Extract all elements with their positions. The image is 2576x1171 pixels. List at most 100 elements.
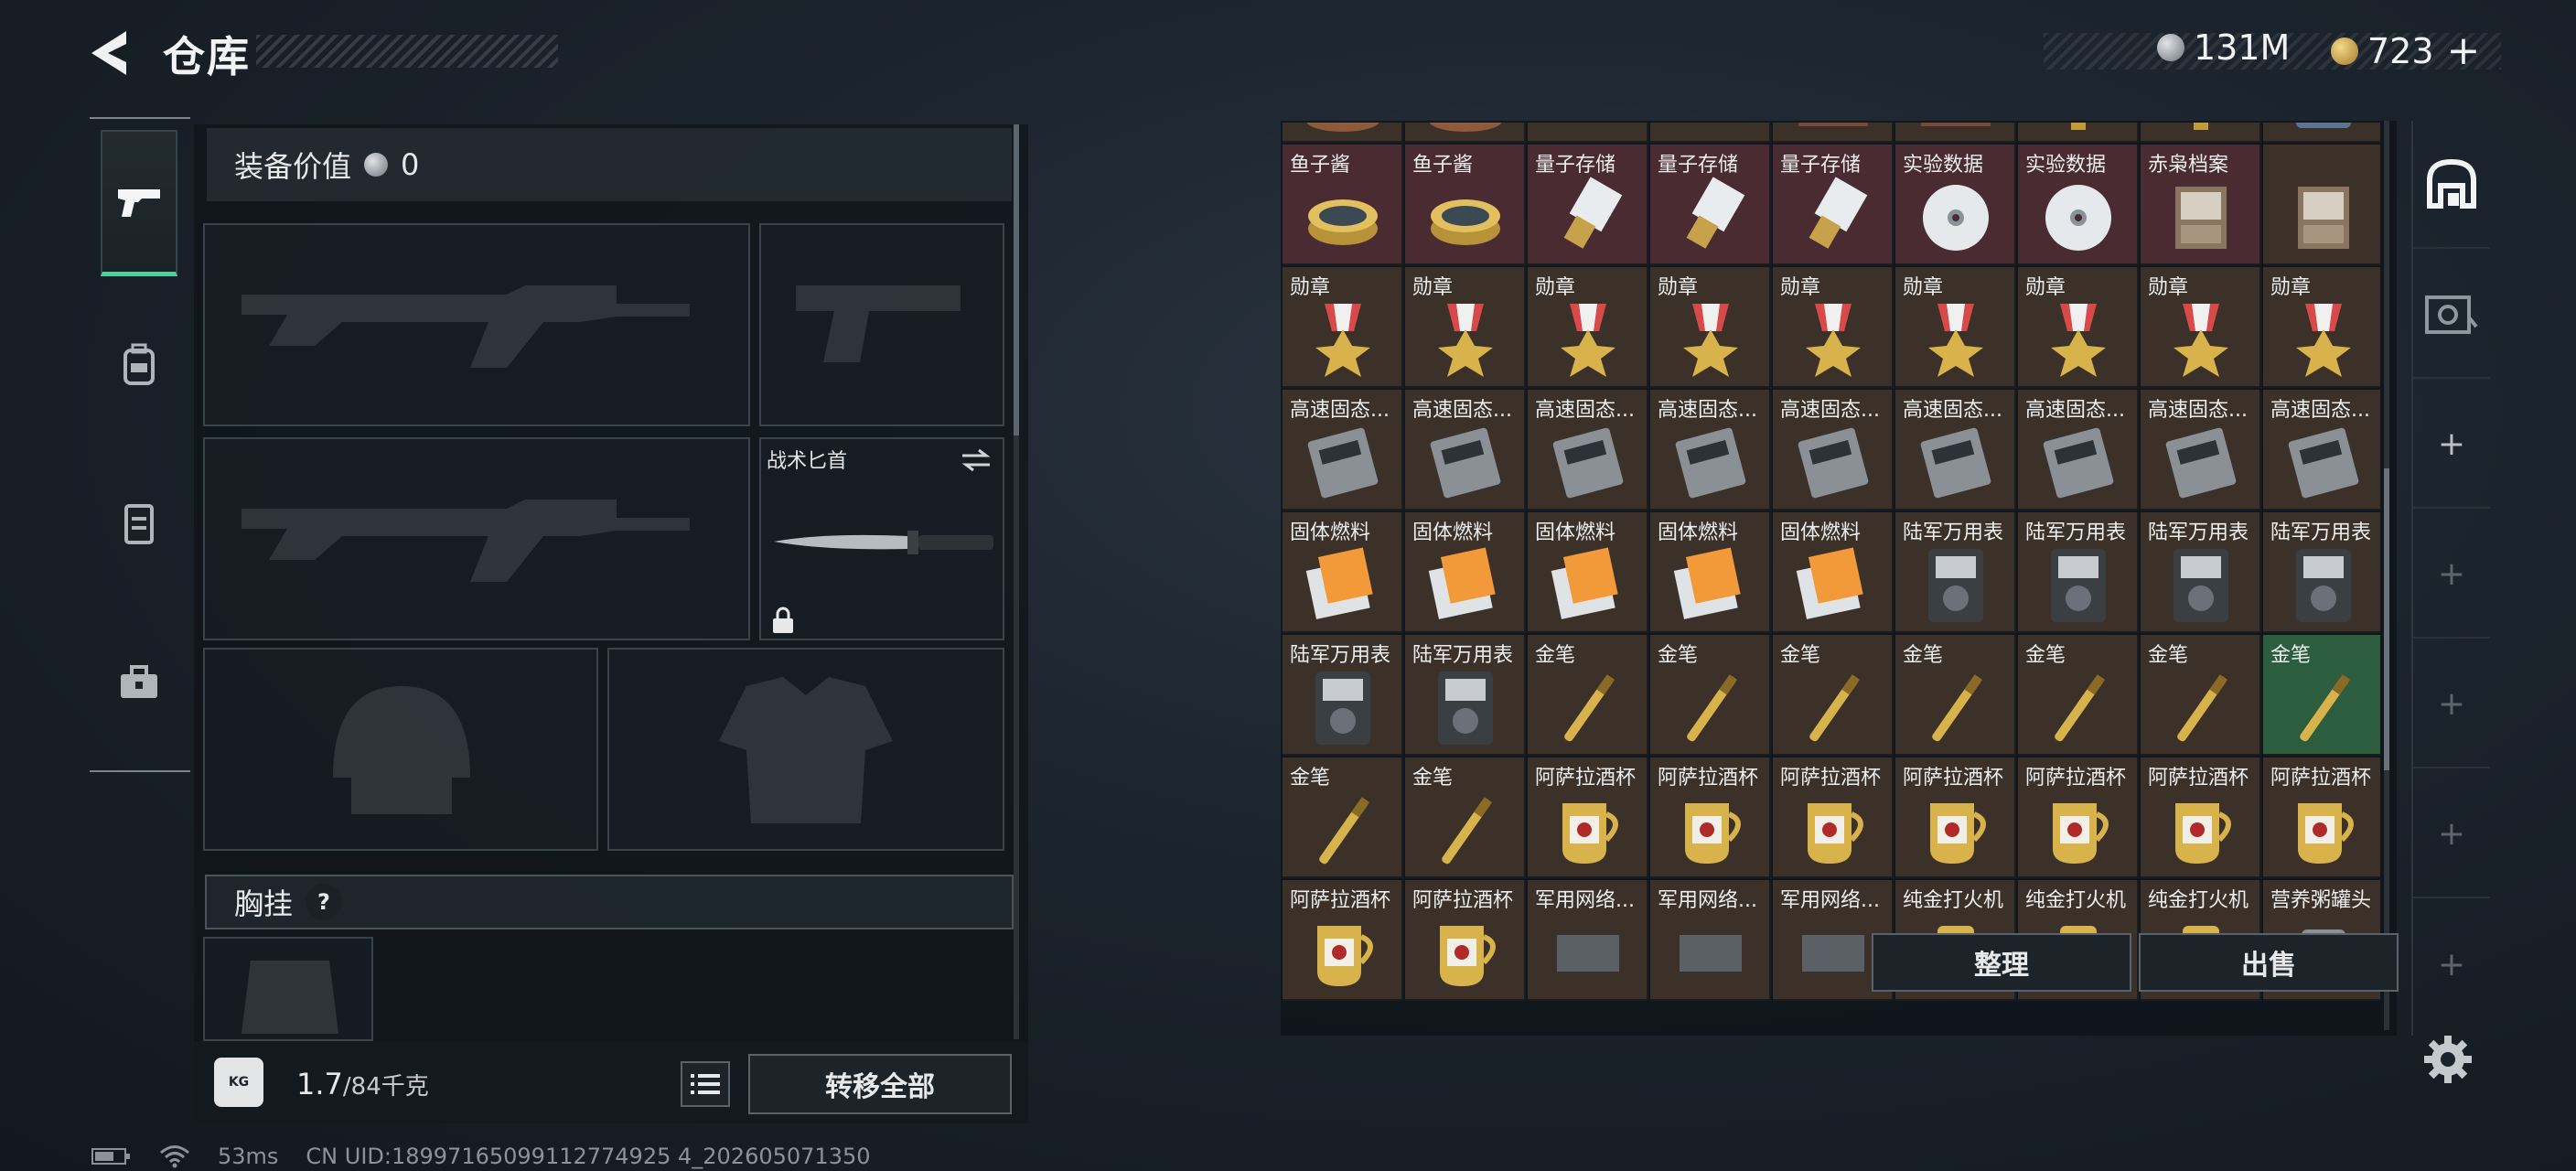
tab-storage-special[interactable] <box>2413 251 2490 379</box>
storage-item-cell[interactable]: 高速固态... <box>1650 390 1771 510</box>
storage-item-cell[interactable]: 固体燃料 <box>1650 512 1771 633</box>
storage-item-cell[interactable]: 陆军万用表 <box>2263 512 2380 633</box>
storage-item-cell[interactable]: 阿萨拉酒杯 <box>1650 757 1771 878</box>
storage-item-cell[interactable]: 军用网络... <box>1650 880 1771 1001</box>
storage-item-cell[interactable]: 勋章 <box>1528 267 1648 388</box>
storage-item-cell[interactable]: 名贵机械表 <box>2141 123 2261 143</box>
add-currency-button[interactable]: + <box>2447 27 2481 74</box>
storage-item-cell[interactable]: 阿萨拉酒杯 <box>2018 757 2139 878</box>
storage-item-cell[interactable]: 金笔 <box>1405 757 1526 878</box>
storage-item-cell[interactable]: 阿萨拉酒杯 <box>1895 757 2016 878</box>
storage-item-cell[interactable]: 金笔 <box>1528 635 1648 756</box>
secondary-weapon-slot[interactable] <box>203 437 750 640</box>
primary-weapon-slot[interactable] <box>203 223 750 426</box>
storage-item-cell[interactable]: 固体燃料 <box>1283 512 1403 633</box>
storage-item-cell[interactable] <box>2263 123 2380 143</box>
currency-silver-value: 131M <box>2194 27 2291 68</box>
storage-item-cell[interactable]: 固体燃料 <box>1773 512 1894 633</box>
storage-item-cell[interactable]: 金笔 <box>1773 635 1894 756</box>
tab-backpack[interactable] <box>101 291 177 437</box>
gear-icon[interactable] <box>2420 1032 2475 1087</box>
storage-item-cell[interactable]: 勋章 <box>2018 267 2139 388</box>
storage-item-cell[interactable]: 高速固态... <box>2018 390 2139 510</box>
storage-item-cell[interactable]: 鱼子酱 <box>1283 145 1403 265</box>
storage-item-cell[interactable]: 金笔 <box>2263 635 2380 756</box>
sell-button[interactable]: 出售 <box>2139 933 2399 992</box>
storage-item-cell[interactable]: 阿萨拉酒杯 <box>1405 880 1526 1001</box>
storage-item-cell[interactable]: 赤枭档案 <box>2141 145 2261 265</box>
storage-item-cell[interactable]: 勋章 <box>1773 267 1894 388</box>
storage-item-cell[interactable]: 军用网络... <box>1528 880 1648 1001</box>
storage-item-cell[interactable]: 名贵机械表 <box>2018 123 2139 143</box>
storage-item-cell[interactable]: 阿萨拉酒杯 <box>2141 757 2261 878</box>
storage-item-cell[interactable]: 阿萨拉酒杯 <box>1773 757 1894 878</box>
storage-item-cell[interactable]: 高速固态... <box>1773 390 1894 510</box>
storage-item-cell[interactable]: 阿萨拉酒杯 <box>2263 757 2380 878</box>
storage-item-cell[interactable]: 雷斯乐谱本 <box>1773 123 1894 143</box>
storage-item-cell[interactable]: 陆军万用表 <box>1405 635 1526 756</box>
storage-slot-empty[interactable]: + <box>2413 510 2490 639</box>
storage-item-cell[interactable]: 量子存储 <box>1773 145 1894 265</box>
knife-slot[interactable]: 战术匕首 <box>759 437 1004 640</box>
gold-pen-icon <box>1809 674 1861 742</box>
tab-toolbox[interactable] <box>101 609 177 756</box>
gold-pen-icon <box>2300 674 2351 742</box>
sort-button[interactable]: 整理 <box>1872 933 2131 992</box>
add-storage-tab-button[interactable]: + <box>2413 381 2490 509</box>
storage-item-cell[interactable]: 金笔 <box>2141 635 2261 756</box>
pistol-slot[interactable] <box>759 223 1004 426</box>
storage-item-cell[interactable]: 金笔 <box>1895 635 2016 756</box>
storage-item-cell[interactable]: 高速固态... <box>2141 390 2261 510</box>
storage-item-cell[interactable]: 量子存储 <box>1528 145 1648 265</box>
tab-vest[interactable] <box>101 450 177 596</box>
weight-readout: 1.7/84千克 <box>296 1067 429 1101</box>
list-view-button[interactable] <box>681 1061 730 1107</box>
storage-item-cell[interactable]: 高速固态... <box>1283 390 1403 510</box>
tab-weapons[interactable] <box>101 130 177 276</box>
storage-item-cell[interactable]: 实验数据 <box>2018 145 2139 265</box>
storage-item-cell[interactable] <box>1895 123 2016 143</box>
storage-item-cell[interactable]: 卫星电话 <box>1528 123 1648 143</box>
storage-item-cell[interactable] <box>2263 145 2380 265</box>
chest-rig-slot[interactable] <box>203 937 373 1041</box>
helmet-slot[interactable] <box>203 648 598 851</box>
equipment-scrollbar-thumb[interactable] <box>1014 124 1019 435</box>
storage-item-cell[interactable]: 阿萨拉酒杯 <box>1283 880 1403 1001</box>
storage-item-cell[interactable]: 高速固态... <box>2263 390 2380 510</box>
storage-item-cell[interactable]: 实验数据 <box>1895 145 2016 265</box>
storage-item-cell[interactable] <box>1650 123 1771 143</box>
storage-item-cell[interactable]: 勋章 <box>2141 267 2261 388</box>
storage-item-cell[interactable]: 陆军万用表 <box>2141 512 2261 633</box>
storage-item-cell[interactable]: 固体燃料 <box>1528 512 1648 633</box>
storage-item-cell[interactable]: 勋章 <box>1895 267 2016 388</box>
storage-item-cell[interactable]: 高速固态... <box>1895 390 2016 510</box>
storage-item-cell[interactable]: 固体燃料 <box>1405 512 1526 633</box>
storage-item-cell[interactable]: 陆军万用表 <box>1283 635 1403 756</box>
storage-item-cell[interactable]: 勋章 <box>2263 267 2380 388</box>
storage-item-cell[interactable]: 高速固态... <box>1528 390 1648 510</box>
storage-slot-empty[interactable]: + <box>2413 770 2490 898</box>
storage-item-cell[interactable]: 高速固态... <box>1405 390 1526 510</box>
transfer-all-button[interactable]: 转移全部 <box>748 1054 1012 1114</box>
storage-slot-empty[interactable]: + <box>2413 640 2490 768</box>
armor-slot[interactable] <box>607 648 1004 851</box>
storage-item-cell[interactable]: 金笔 <box>2018 635 2139 756</box>
tab-storage-main[interactable] <box>2413 121 2490 249</box>
storage-item-cell[interactable] <box>1405 123 1526 143</box>
storage-item-cell[interactable]: 陆军万用表 <box>1895 512 2016 633</box>
back-arrow-icon[interactable] <box>88 27 139 79</box>
storage-scrollbar-thumb[interactable] <box>2384 468 2389 770</box>
storage-item-cell[interactable]: 金笔 <box>1283 757 1403 878</box>
storage-item-cell[interactable]: 陆军万用表 <box>2018 512 2139 633</box>
swap-icon[interactable] <box>959 446 993 474</box>
storage-slot-empty[interactable]: + <box>2413 900 2490 1028</box>
storage-item-cell[interactable]: 勋章 <box>1650 267 1771 388</box>
storage-item-cell[interactable]: 荷美尔陶俑 <box>1283 123 1403 143</box>
storage-item-cell[interactable]: 鱼子酱 <box>1405 145 1526 265</box>
storage-item-cell[interactable]: 阿萨拉酒杯 <box>1528 757 1648 878</box>
storage-item-cell[interactable]: 量子存储 <box>1650 145 1771 265</box>
storage-item-cell[interactable]: 金笔 <box>1650 635 1771 756</box>
storage-item-cell[interactable]: 勋章 <box>1283 267 1403 388</box>
storage-item-cell[interactable]: 勋章 <box>1405 267 1526 388</box>
help-icon[interactable]: ? <box>306 884 343 920</box>
